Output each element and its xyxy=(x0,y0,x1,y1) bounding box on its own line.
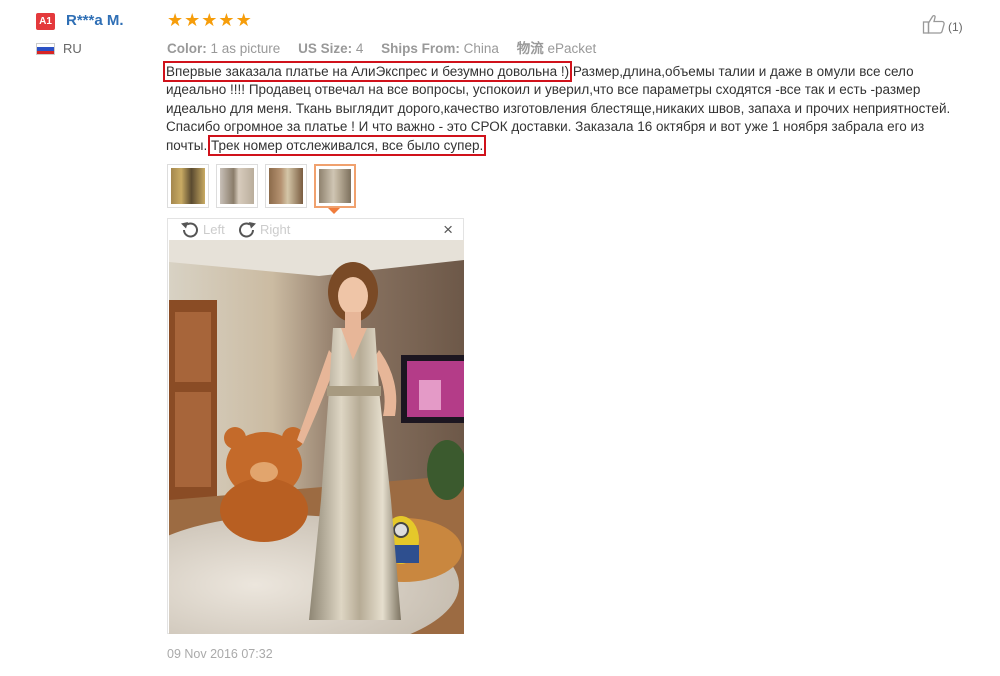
order-attributes: Color: 1 as picture US Size: 4 Ships Fro… xyxy=(167,37,610,57)
rotate-left-icon xyxy=(181,222,198,238)
star-icon: ★ xyxy=(184,10,201,30)
rotate-right-label: Right xyxy=(260,221,291,237)
close-icon[interactable]: × xyxy=(443,221,453,238)
helpful-count: (1) xyxy=(948,19,963,34)
review-highlight-first: Впервые заказала платье на АлиЭкспрес и … xyxy=(162,61,573,82)
attr-logistics-value: ePacket xyxy=(547,41,597,56)
attr-color-value: 1 as picture xyxy=(210,41,281,56)
review-photo xyxy=(169,240,464,634)
attr-size-key: US Size: xyxy=(298,41,353,56)
russia-flag-icon xyxy=(36,43,55,55)
thumbnail-image xyxy=(319,169,351,203)
reviewer-name[interactable]: R***a M. xyxy=(66,12,124,29)
star-icon: ★ xyxy=(218,10,235,30)
photo-thumbnail-active[interactable] xyxy=(314,164,356,208)
attr-size-value: 4 xyxy=(355,41,364,56)
attr-ships-from-value: China xyxy=(463,41,499,56)
photo-thumbnail[interactable] xyxy=(216,164,258,208)
thumbnail-image xyxy=(171,168,205,204)
rating-stars: ★ ★ ★ ★ ★ xyxy=(167,11,252,29)
rotate-left-label: Left xyxy=(203,221,225,237)
review-photo-illustration xyxy=(169,240,464,634)
photo-thumbnail[interactable] xyxy=(265,164,307,208)
attr-color-key: Color: xyxy=(167,41,207,56)
photo-viewer-toolbar: Left Right × xyxy=(168,219,463,240)
review-date: 09 Nov 2016 07:32 xyxy=(167,647,273,661)
rotate-right-button[interactable]: Right xyxy=(236,220,290,238)
rotate-left-button[interactable]: Left xyxy=(179,220,225,238)
rotate-right-icon xyxy=(239,222,256,238)
review-highlight-second: Трек номер отслеживался, все было супер. xyxy=(207,134,487,156)
thumbnail-image xyxy=(220,168,254,204)
review-text: Впервые заказала платье на АлиЭкспрес и … xyxy=(162,61,956,156)
thumbs-up-icon xyxy=(922,13,946,40)
photo-thumbnail[interactable] xyxy=(167,164,209,208)
star-icon: ★ xyxy=(167,10,184,30)
reviewer-level-badge: A1 xyxy=(36,13,55,30)
active-thumbnail-pointer xyxy=(328,208,340,214)
helpful-button[interactable]: (1) xyxy=(922,13,963,40)
photo-viewer: Left Right × xyxy=(167,218,464,634)
star-icon: ★ xyxy=(201,10,218,30)
star-icon: ★ xyxy=(235,10,252,30)
attr-logistics-key: 物流 xyxy=(516,41,544,56)
review-photo-thumbnails xyxy=(167,164,363,208)
thumbnail-image xyxy=(269,168,303,204)
attr-ships-from-key: Ships From: xyxy=(381,41,460,56)
reviewer-country: RU xyxy=(63,41,82,56)
